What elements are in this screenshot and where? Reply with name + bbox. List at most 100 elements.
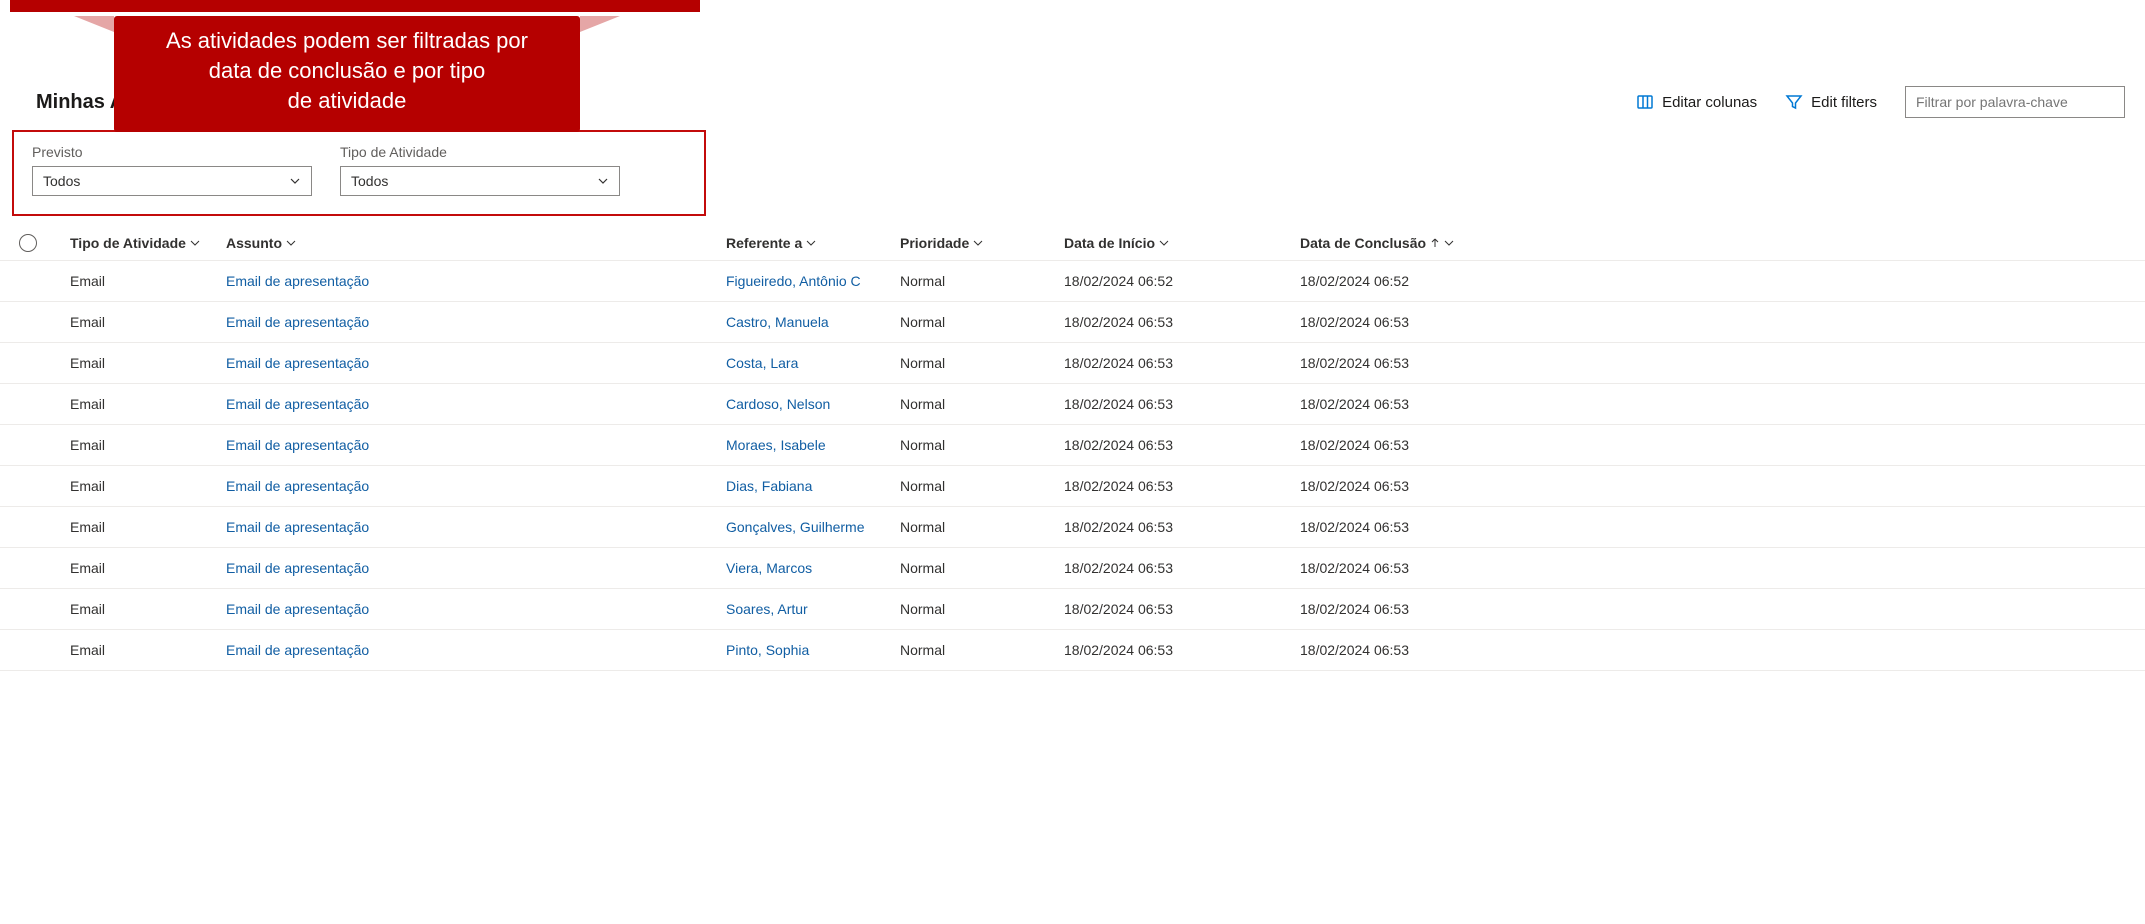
cell-assunto-link[interactable]: Email de apresentação — [226, 396, 369, 412]
cell-tipo: Email — [56, 478, 226, 494]
keyword-filter-input[interactable] — [1905, 86, 2125, 118]
cell-conclusao: 18/02/2024 06:52 — [1300, 273, 1520, 289]
cell-tipo: Email — [56, 273, 226, 289]
cell-referente-link[interactable]: Pinto, Sophia — [726, 642, 809, 658]
column-header-tipo[interactable]: Tipo de Atividade — [56, 235, 226, 251]
cell-referente-link[interactable]: Cardoso, Nelson — [726, 396, 830, 412]
cell-referente-link[interactable]: Dias, Fabiana — [726, 478, 812, 494]
cell-conclusao: 18/02/2024 06:53 — [1300, 519, 1520, 535]
column-header-referente[interactable]: Referente a — [726, 235, 900, 251]
cell-conclusao: 18/02/2024 06:53 — [1300, 314, 1520, 330]
cell-conclusao: 18/02/2024 06:53 — [1300, 560, 1520, 576]
callout-line3: de atividade — [138, 86, 556, 116]
cell-tipo: Email — [56, 601, 226, 617]
chevron-down-icon — [286, 238, 296, 248]
cell-inicio: 18/02/2024 06:53 — [1064, 560, 1300, 576]
cell-prioridade: Normal — [900, 560, 1064, 576]
cell-referente-link[interactable]: Viera, Marcos — [726, 560, 812, 576]
column-header-inicio[interactable]: Data de Início — [1064, 235, 1300, 251]
chevron-down-icon — [289, 175, 301, 187]
callout-line1: As atividades podem ser filtradas por — [138, 26, 556, 56]
edit-columns-label: Editar colunas — [1662, 94, 1757, 111]
cell-inicio: 18/02/2024 06:53 — [1064, 314, 1300, 330]
activities-table: Tipo de Atividade Assunto Referente a Pr… — [0, 226, 2145, 671]
column-header-conclusao[interactable]: Data de Conclusão — [1300, 235, 1520, 251]
column-header-referente-label: Referente a — [726, 235, 802, 251]
table-row[interactable]: Email Email de apresentação Costa, Lara … — [0, 343, 2145, 384]
cell-assunto-link[interactable]: Email de apresentação — [226, 273, 369, 289]
chevron-down-icon — [1159, 238, 1169, 248]
toolbar: Editar colunas Edit filters — [1636, 86, 2125, 118]
tipo-atividade-dropdown[interactable]: Todos — [340, 166, 620, 196]
cell-referente-link[interactable]: Costa, Lara — [726, 355, 798, 371]
column-header-prioridade[interactable]: Prioridade — [900, 235, 1064, 251]
column-header-tipo-label: Tipo de Atividade — [70, 235, 186, 251]
top-red-strip — [10, 0, 700, 12]
column-header-assunto[interactable]: Assunto — [226, 235, 726, 251]
cell-referente-link[interactable]: Soares, Artur — [726, 601, 808, 617]
table-row[interactable]: Email Email de apresentação Gonçalves, G… — [0, 507, 2145, 548]
table-row[interactable]: Email Email de apresentação Pinto, Sophi… — [0, 630, 2145, 671]
edit-filters-label: Edit filters — [1811, 94, 1877, 111]
table-header-row: Tipo de Atividade Assunto Referente a Pr… — [0, 226, 2145, 261]
previsto-dropdown[interactable]: Todos — [32, 166, 312, 196]
cell-tipo: Email — [56, 642, 226, 658]
column-header-assunto-label: Assunto — [226, 235, 282, 251]
cell-prioridade: Normal — [900, 642, 1064, 658]
cell-conclusao: 18/02/2024 06:53 — [1300, 478, 1520, 494]
sort-ascending-icon — [1430, 238, 1440, 248]
column-header-prioridade-label: Prioridade — [900, 235, 969, 251]
annotation-callout: As atividades podem ser filtradas por da… — [114, 16, 580, 132]
cell-prioridade: Normal — [900, 396, 1064, 412]
cell-conclusao: 18/02/2024 06:53 — [1300, 601, 1520, 617]
cell-assunto-link[interactable]: Email de apresentação — [226, 478, 369, 494]
cell-assunto-link[interactable]: Email de apresentação — [226, 314, 369, 330]
cell-inicio: 18/02/2024 06:53 — [1064, 601, 1300, 617]
table-row[interactable]: Email Email de apresentação Dias, Fabian… — [0, 466, 2145, 507]
chevron-down-icon — [973, 238, 983, 248]
cell-referente-link[interactable]: Castro, Manuela — [726, 314, 829, 330]
filter-card: Previsto Todos Tipo de Atividade Todos — [12, 130, 706, 216]
cell-assunto-link[interactable]: Email de apresentação — [226, 355, 369, 371]
column-header-conclusao-label: Data de Conclusão — [1300, 235, 1426, 251]
table-row[interactable]: Email Email de apresentação Soares, Artu… — [0, 589, 2145, 630]
cell-assunto-link[interactable]: Email de apresentação — [226, 560, 369, 576]
cell-prioridade: Normal — [900, 601, 1064, 617]
cell-conclusao: 18/02/2024 06:53 — [1300, 355, 1520, 371]
cell-inicio: 18/02/2024 06:53 — [1064, 437, 1300, 453]
cell-prioridade: Normal — [900, 273, 1064, 289]
cell-prioridade: Normal — [900, 519, 1064, 535]
cell-tipo: Email — [56, 355, 226, 371]
table-row[interactable]: Email Email de apresentação Cardoso, Nel… — [0, 384, 2145, 425]
edit-columns-button[interactable]: Editar colunas — [1636, 93, 1757, 111]
cell-tipo: Email — [56, 560, 226, 576]
cell-inicio: 18/02/2024 06:53 — [1064, 519, 1300, 535]
chevron-down-icon — [1444, 238, 1454, 248]
filter-icon — [1785, 93, 1803, 111]
cell-referente-link[interactable]: Figueiredo, Antônio C — [726, 273, 861, 289]
cell-prioridade: Normal — [900, 314, 1064, 330]
cell-inicio: 18/02/2024 06:53 — [1064, 355, 1300, 371]
edit-filters-button[interactable]: Edit filters — [1785, 93, 1877, 111]
callout-line2: data de conclusão e por tipo — [138, 56, 556, 86]
cell-inicio: 18/02/2024 06:53 — [1064, 478, 1300, 494]
cell-assunto-link[interactable]: Email de apresentação — [226, 642, 369, 658]
cell-assunto-link[interactable]: Email de apresentação — [226, 437, 369, 453]
cell-inicio: 18/02/2024 06:52 — [1064, 273, 1300, 289]
cell-referente-link[interactable]: Gonçalves, Guilherme — [726, 519, 865, 535]
cell-assunto-link[interactable]: Email de apresentação — [226, 601, 369, 617]
cell-assunto-link[interactable]: Email de apresentação — [226, 519, 369, 535]
cell-conclusao: 18/02/2024 06:53 — [1300, 437, 1520, 453]
table-row[interactable]: Email Email de apresentação Castro, Manu… — [0, 302, 2145, 343]
cell-referente-link[interactable]: Moraes, Isabele — [726, 437, 826, 453]
chevron-down-icon — [597, 175, 609, 187]
cell-prioridade: Normal — [900, 355, 1064, 371]
table-row[interactable]: Email Email de apresentação Figueiredo, … — [0, 261, 2145, 302]
table-row[interactable]: Email Email de apresentação Moraes, Isab… — [0, 425, 2145, 466]
chevron-down-icon — [190, 238, 200, 248]
cell-prioridade: Normal — [900, 437, 1064, 453]
cell-tipo: Email — [56, 314, 226, 330]
table-row[interactable]: Email Email de apresentação Viera, Marco… — [0, 548, 2145, 589]
select-all-toggle[interactable] — [0, 234, 56, 252]
tipo-atividade-label: Tipo de Atividade — [340, 144, 620, 160]
